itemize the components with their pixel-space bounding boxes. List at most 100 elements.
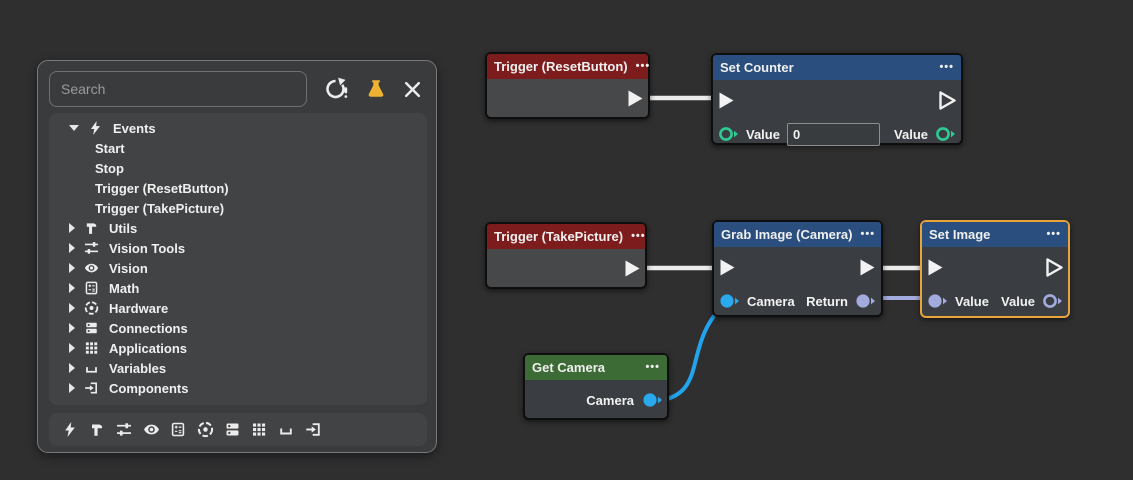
tune-icon[interactable]: [116, 421, 133, 438]
expand-arrow-icon[interactable]: [69, 263, 75, 273]
expand-arrow-icon[interactable]: [69, 243, 75, 253]
exec-output-port[interactable]: [859, 258, 876, 277]
expand-arrow-icon[interactable]: [69, 303, 75, 313]
expand-arrow-icon[interactable]: [69, 283, 75, 293]
node-menu-icon[interactable]: •••: [1046, 222, 1061, 247]
value-input-port[interactable]: [927, 293, 948, 309]
node-header[interactable]: Set Counter •••: [713, 55, 961, 80]
import-icon[interactable]: [305, 421, 322, 438]
tree-item-vision[interactable]: Vision: [49, 258, 427, 278]
node-title: Get Camera: [532, 360, 605, 375]
return-output-port[interactable]: [855, 293, 876, 309]
refresh-button[interactable]: [324, 77, 349, 101]
port-label: Value: [955, 294, 989, 309]
apps-grid-icon: [84, 340, 100, 356]
value-output-port[interactable]: [935, 126, 956, 142]
tree-item-trigger-resetbutton[interactable]: Trigger (ResetButton): [49, 178, 427, 198]
node-title: Set Image: [929, 227, 990, 242]
node-header[interactable]: Trigger (TakePicture) •••: [487, 224, 645, 249]
exec-output-port[interactable]: [1046, 258, 1063, 277]
node-grab-image-camera[interactable]: Grab Image (Camera) ••• Camera Return: [712, 220, 883, 317]
camera-input-port[interactable]: [719, 293, 740, 309]
search-input[interactable]: [49, 71, 307, 107]
port-label: Camera: [747, 294, 795, 309]
sync-problem-icon: [324, 77, 349, 101]
expand-arrow-icon[interactable]: [69, 383, 75, 393]
node-menu-icon[interactable]: •••: [631, 224, 646, 249]
lightning-icon: [88, 120, 104, 136]
value-field[interactable]: [787, 123, 880, 146]
node-header[interactable]: Set Image •••: [922, 222, 1068, 247]
eye-icon[interactable]: [143, 421, 160, 438]
value-input-port[interactable]: [718, 126, 739, 142]
exec-input-port[interactable]: [927, 258, 944, 277]
node-header[interactable]: Get Camera •••: [525, 355, 667, 380]
expand-arrow-icon[interactable]: [69, 343, 75, 353]
node-header[interactable]: Grab Image (Camera) •••: [714, 222, 881, 247]
tune-icon: [84, 240, 100, 256]
tree-item-variables[interactable]: Variables: [49, 358, 427, 378]
node-menu-icon[interactable]: •••: [861, 222, 876, 247]
expand-arrow-icon[interactable]: [69, 323, 75, 333]
port-label: Value: [894, 127, 928, 142]
server-icon[interactable]: [224, 421, 241, 438]
bracket-icon[interactable]: [278, 421, 295, 438]
camera-output-port[interactable]: [642, 392, 663, 408]
tool-icon[interactable]: [89, 421, 106, 438]
calculator-icon[interactable]: [170, 421, 187, 438]
expand-arrow-icon[interactable]: [69, 363, 75, 373]
apps-grid-icon[interactable]: [251, 421, 268, 438]
tree-item-hardware[interactable]: Hardware: [49, 298, 427, 318]
node-title: Trigger (TakePicture): [494, 229, 623, 244]
expand-arrow-icon[interactable]: [69, 223, 75, 233]
tree-item-events[interactable]: Events: [49, 118, 427, 138]
bracket-icon: [84, 360, 100, 376]
node-get-camera[interactable]: Get Camera ••• Camera: [523, 353, 669, 420]
eye-icon: [84, 260, 100, 276]
node-trigger-takepicture[interactable]: Trigger (TakePicture) •••: [485, 222, 647, 289]
tree-item-math[interactable]: Math: [49, 278, 427, 298]
tool-icon: [84, 220, 100, 236]
tree-item-start[interactable]: Start: [49, 138, 427, 158]
port-label: Value: [1001, 294, 1035, 309]
exec-output-port[interactable]: [939, 91, 956, 110]
node-header[interactable]: Trigger (ResetButton) •••: [487, 54, 648, 79]
shutter-icon[interactable]: [197, 421, 214, 438]
node-set-counter[interactable]: Set Counter ••• Value Value: [711, 53, 963, 145]
collapse-arrow-icon[interactable]: [69, 125, 79, 131]
close-button[interactable]: [403, 80, 422, 99]
lightning-icon[interactable]: [62, 421, 79, 438]
node-title: Grab Image (Camera): [721, 227, 853, 242]
exec-output-port[interactable]: [624, 259, 641, 278]
node-set-image[interactable]: Set Image ••• Value Value: [920, 220, 1070, 318]
node-title: Set Counter: [720, 60, 794, 75]
tree-item-trigger-takepicture[interactable]: Trigger (TakePicture): [49, 198, 427, 218]
node-menu-icon[interactable]: •••: [939, 55, 954, 80]
filter-button[interactable]: [366, 79, 386, 100]
tree-item-utils[interactable]: Utils: [49, 218, 427, 238]
calculator-icon: [84, 280, 100, 296]
import-icon: [84, 380, 100, 396]
close-icon: [403, 80, 422, 99]
port-label: Return: [806, 294, 848, 309]
exec-input-port[interactable]: [718, 91, 735, 110]
tree-item-applications[interactable]: Applications: [49, 338, 427, 358]
tree-item-vision-tools[interactable]: Vision Tools: [49, 238, 427, 258]
node-palette-panel: Events Start Stop Trigger (ResetButton) …: [37, 60, 437, 453]
node-title: Trigger (ResetButton): [494, 59, 628, 74]
node-menu-icon[interactable]: •••: [645, 355, 660, 380]
tree-item-components[interactable]: Components: [49, 378, 427, 398]
exec-input-port[interactable]: [719, 258, 736, 277]
category-tree: Events Start Stop Trigger (ResetButton) …: [49, 113, 427, 405]
exec-output-port[interactable]: [627, 89, 644, 108]
node-menu-icon[interactable]: •••: [636, 54, 651, 79]
value-output-port[interactable]: [1042, 293, 1063, 309]
node-editor-canvas[interactable]: Trigger (ResetButton) ••• Set Counter ••…: [0, 0, 1133, 480]
tree-item-connections[interactable]: Connections: [49, 318, 427, 338]
server-icon: [84, 320, 100, 336]
shutter-icon: [84, 300, 100, 316]
category-filter-bar: [49, 413, 427, 446]
node-trigger-resetbutton[interactable]: Trigger (ResetButton) •••: [485, 52, 650, 119]
tree-item-stop[interactable]: Stop: [49, 158, 427, 178]
flask-icon: [366, 79, 386, 100]
